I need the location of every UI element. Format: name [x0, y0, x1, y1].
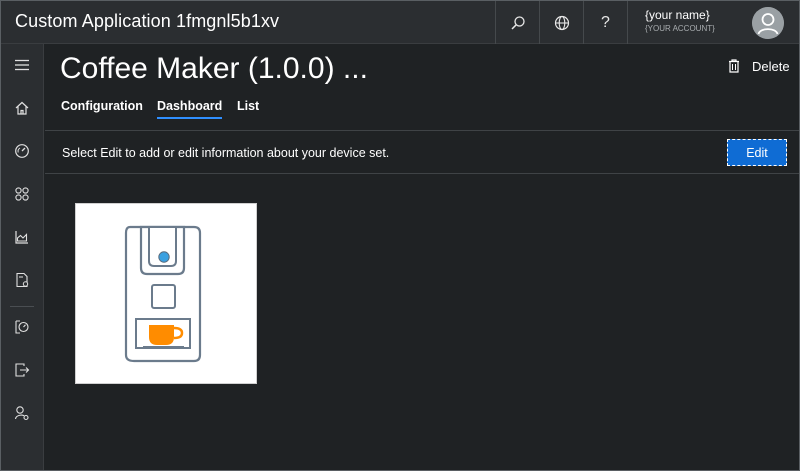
coffee-maker-icon — [124, 225, 202, 363]
sidebar-item-administration[interactable] — [1, 392, 43, 434]
account-menu[interactable]: {your name} {YOUR ACCOUNT} — [627, 1, 799, 44]
device-image-tile[interactable] — [75, 203, 257, 384]
chart-icon — [15, 231, 28, 244]
grid-icon — [15, 187, 29, 201]
admin-icon — [14, 406, 29, 421]
app-window: Custom Application 1fmgnl5b1xv ? {your n… — [0, 0, 800, 471]
sidebar-item-home[interactable] — [1, 87, 43, 129]
help-button[interactable]: ? — [583, 1, 627, 44]
gauge-icon — [15, 144, 29, 158]
info-bar: Select Edit to add or edit information a… — [45, 130, 799, 174]
search-button[interactable] — [495, 1, 539, 44]
trash-icon — [729, 59, 739, 73]
delete-label: Delete — [752, 58, 790, 74]
search-icon — [510, 15, 525, 30]
page-title: Coffee Maker (1.0.0) ... — [60, 52, 368, 85]
tab-configuration[interactable]: Configuration — [61, 99, 143, 117]
edit-button[interactable]: Edit — [727, 139, 787, 166]
user-icon — [752, 7, 784, 39]
language-button[interactable] — [539, 1, 583, 44]
sidebar-item-analytics[interactable] — [1, 216, 43, 258]
sidebar-item-dashboard[interactable] — [1, 130, 43, 172]
sidebar-item-jobs[interactable] — [1, 306, 43, 348]
app-title: Custom Application 1fmgnl5b1xv — [15, 11, 280, 31]
home-icon — [15, 101, 29, 115]
account-subtitle: {YOUR ACCOUNT} — [645, 24, 715, 33]
sidebar — [1, 44, 44, 470]
hamburger-icon — [15, 59, 29, 71]
template-icon — [16, 272, 29, 288]
help-icon: ? — [601, 13, 610, 31]
tab-dashboard[interactable]: Dashboard — [157, 99, 223, 119]
avatar[interactable] — [752, 7, 784, 39]
globe-icon — [554, 15, 569, 30]
sidebar-item-device-templates[interactable] — [1, 259, 43, 301]
main-content: Coffee Maker (1.0.0) ... Delete Configur… — [45, 44, 799, 470]
info-text: Select Edit to add or edit information a… — [62, 146, 390, 160]
tab-list[interactable]: List — [237, 99, 259, 117]
sidebar-item-data-export[interactable] — [1, 349, 43, 391]
jobs-icon — [15, 320, 29, 334]
account-name: {your name} — [645, 8, 710, 22]
export-icon — [15, 363, 30, 377]
delete-button[interactable]: Delete — [728, 56, 790, 76]
sidebar-item-menu[interactable] — [1, 44, 43, 86]
sidebar-item-device-sets[interactable] — [1, 173, 43, 215]
top-bar: Custom Application 1fmgnl5b1xv ? {your n… — [1, 1, 799, 44]
